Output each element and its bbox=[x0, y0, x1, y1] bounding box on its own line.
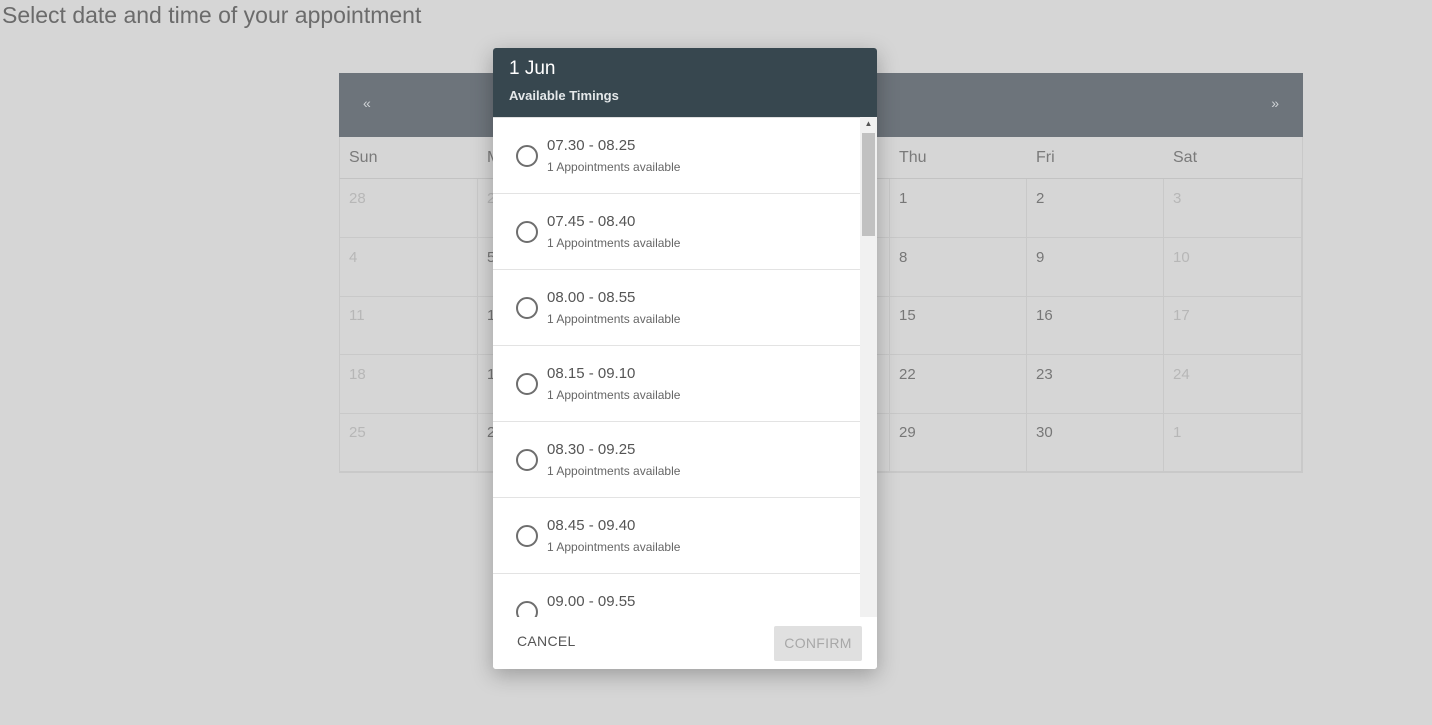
scroll-up-arrow-icon[interactable]: ▲ bbox=[860, 117, 877, 131]
slot-time-label: 08.00 - 08.55 bbox=[547, 289, 636, 306]
slot-time-label: 09.00 - 09.55 bbox=[547, 593, 636, 610]
dialog-header: 1 Jun Available Timings bbox=[493, 48, 877, 117]
slot-time-label: 07.30 - 08.25 bbox=[547, 137, 636, 154]
confirm-button[interactable]: CONFIRM bbox=[774, 626, 862, 661]
radio-button[interactable] bbox=[516, 297, 538, 319]
time-slot-list[interactable]: 07.30 - 08.25 1 Appointments available 07.… bbox=[493, 117, 860, 667]
radio-button[interactable] bbox=[516, 145, 538, 167]
selected-date: 1 Jun bbox=[509, 58, 556, 79]
slot-availability-label: 1 Appointments available bbox=[547, 236, 681, 250]
time-slot-item[interactable]: 07.45 - 08.40 1 Appointments available bbox=[493, 194, 860, 270]
radio-button[interactable] bbox=[516, 525, 538, 547]
radio-button[interactable] bbox=[516, 449, 538, 471]
slot-availability-label: 1 Appointments available bbox=[547, 464, 681, 478]
dialog-footer: CANCEL CONFIRM bbox=[493, 617, 877, 669]
timings-dialog: 1 Jun Available Timings 07.30 - 08.25 1 A… bbox=[493, 48, 877, 669]
slot-time-label: 08.30 - 09.25 bbox=[547, 441, 636, 458]
slot-time-label: 08.15 - 09.10 bbox=[547, 365, 636, 382]
slot-availability-label: 1 Appointments available bbox=[547, 160, 681, 174]
scroll-thumb[interactable] bbox=[862, 133, 875, 236]
time-slot-item[interactable]: 08.30 - 09.25 1 Appointments available bbox=[493, 422, 860, 498]
time-slot-item[interactable]: 08.00 - 08.55 1 Appointments available bbox=[493, 270, 860, 346]
time-slot-item[interactable]: 08.45 - 09.40 1 Appointments available bbox=[493, 498, 860, 574]
slot-time-label: 08.45 - 09.40 bbox=[547, 517, 636, 534]
slot-availability-label: 1 Appointments available bbox=[547, 312, 681, 326]
slot-list-scrollbar[interactable]: ▲ ▼ bbox=[860, 117, 877, 666]
radio-button[interactable] bbox=[516, 221, 538, 243]
radio-button[interactable] bbox=[516, 373, 538, 395]
slot-availability-label: 1 Appointments available bbox=[547, 540, 681, 554]
time-slot-item[interactable]: 08.15 - 09.10 1 Appointments available bbox=[493, 346, 860, 422]
slot-availability-label: 1 Appointments available bbox=[547, 388, 681, 402]
time-slot-item[interactable]: 07.30 - 08.25 1 Appointments available bbox=[493, 118, 860, 194]
dialog-subtitle: Available Timings bbox=[509, 88, 619, 103]
cancel-button[interactable]: CANCEL bbox=[517, 633, 576, 649]
slot-time-label: 07.45 - 08.40 bbox=[547, 213, 636, 230]
